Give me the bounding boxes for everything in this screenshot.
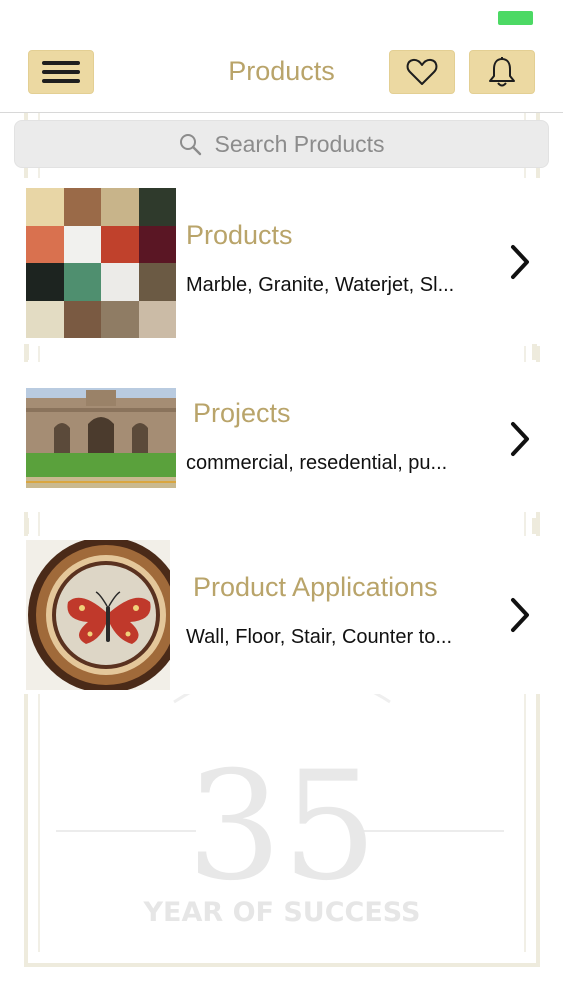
row-subtitle: Marble, Granite, Waterjet, Sl... — [186, 274, 455, 296]
chevron-right-icon — [511, 598, 529, 632]
page-title: Products — [228, 56, 335, 86]
row-subtitle: commercial, resedential, pu... — [186, 452, 448, 474]
menu-button[interactable] — [28, 50, 94, 94]
search-icon — [180, 134, 202, 156]
status-bar — [0, 0, 563, 38]
search-input[interactable]: Search Products — [14, 120, 549, 168]
row-title: Projects — [193, 398, 291, 428]
list-item-products[interactable]: Products Marble, Granite, Waterjet, Sl..… — [24, 178, 540, 346]
notifications-button[interactable] — [469, 50, 535, 94]
heart-icon — [406, 58, 438, 85]
row-title: Products — [186, 220, 293, 250]
search-placeholder: Search Products — [214, 130, 385, 157]
chevron-right-icon — [511, 422, 529, 456]
list-item-projects[interactable]: Projects commercial, resedential, pu... — [24, 362, 540, 512]
hamburger-icon — [42, 61, 80, 83]
row-subtitle: Wall, Floor, Stair, Counter to... — [186, 626, 453, 648]
watermark-number: 35 — [186, 740, 378, 914]
favorites-button[interactable] — [389, 50, 455, 94]
row-divider — [24, 344, 540, 360]
list-item-product-applications[interactable]: Product Applications Wall, Floor, Stair,… — [24, 536, 540, 694]
building-photo-thumbnail — [26, 388, 176, 488]
navigation-bar: Products — [0, 38, 563, 113]
row-title: Product Applications — [193, 572, 438, 602]
bell-icon — [489, 57, 515, 87]
mosaic-butterfly-thumbnail — [26, 540, 170, 690]
row-divider — [24, 518, 540, 534]
watermark-tagline: YEAR OF SUCCESS — [143, 897, 421, 928]
chevron-right-icon — [511, 245, 529, 279]
battery-icon — [498, 11, 533, 25]
marble-tiles-thumbnail — [26, 188, 176, 338]
